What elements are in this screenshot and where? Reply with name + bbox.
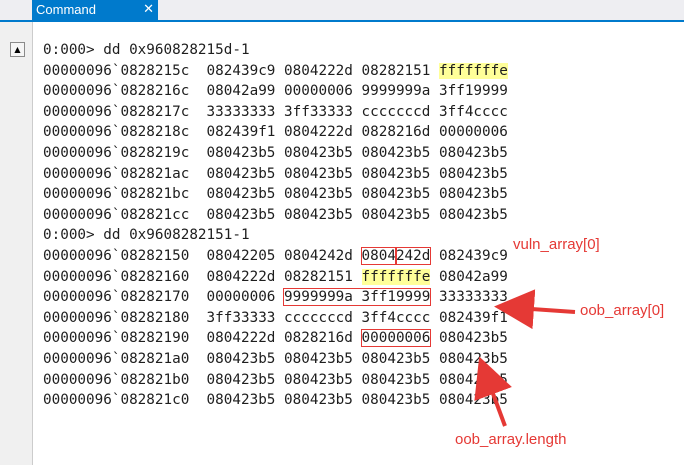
command-line: 0:000> dd 0x960828215d-1 [43,42,250,58]
label-oob-array: oob_array[0] [580,302,665,319]
console-text: 0:000> dd 0x960828215d-1 00000096`082821… [43,40,508,411]
tab-command[interactable]: Command ✕ [32,0,158,20]
oob-array-box: 9999999a 3ff19999 [283,288,432,307]
highlight-value: fffffffe [361,268,431,285]
dump-row: 00000096`082821ac 080423b5 080423b5 0804… [43,165,508,182]
dump-row: 00000096`082821b0 080423b5 080423b5 0804… [43,371,508,388]
dump-row: 00000096`0828215c 082439c9 0804222d 0828… [43,62,508,79]
label-oob-length: oob_array.length [455,431,567,448]
dump-row: 00000096`082821bc 080423b5 080423b5 0804… [43,186,508,203]
dump-row: 00000096`082821a0 080423b5 080423b5 0804… [43,350,508,367]
dump-row: 00000096`08282160 0804222d 08282151 ffff… [43,268,508,285]
dump-row: 00000096`082821c0 080423b5 080423b5 0804… [43,392,508,409]
dump-row: 00000096`08282190 0804222d 0828216d 0000… [43,329,508,348]
dump-row: 00000096`08282180 3ff33333 cccccccd 3ff4… [43,309,508,326]
oob-length-box: 00000006 [360,329,432,348]
dump-row: 00000096`08282170 00000006 9999999a 3ff1… [43,288,508,307]
dump-row: 00000096`0828217c 33333333 3ff33333 cccc… [43,103,508,120]
dump-row: 00000096`08282150 08042205 0804242d 0804… [43,246,508,265]
close-icon[interactable]: ✕ [143,0,154,20]
vuln-array-high-box: 0804 [360,246,397,265]
scrollbar-gutter: ▲ [0,22,33,465]
scroll-up-icon[interactable]: ▲ [10,42,25,57]
dump-row: 00000096`0828216c 08042a99 00000006 9999… [43,83,508,100]
highlight-value: fffffffe [439,62,508,79]
label-vuln-array: vuln_array[0] [513,236,600,253]
dump-row: 00000096`0828218c 082439f1 0804222d 0828… [43,124,508,141]
tab-label: Command [36,2,96,17]
title-bar: Command ✕ [0,0,684,22]
dump-row: 00000096`0828219c 080423b5 080423b5 0804… [43,144,508,161]
command-line: 0:000> dd 0x9608282151-1 [43,227,250,244]
vuln-array-low-box: 242d [394,246,432,265]
dump-row: 00000096`082821cc 080423b5 080423b5 0804… [43,206,508,223]
